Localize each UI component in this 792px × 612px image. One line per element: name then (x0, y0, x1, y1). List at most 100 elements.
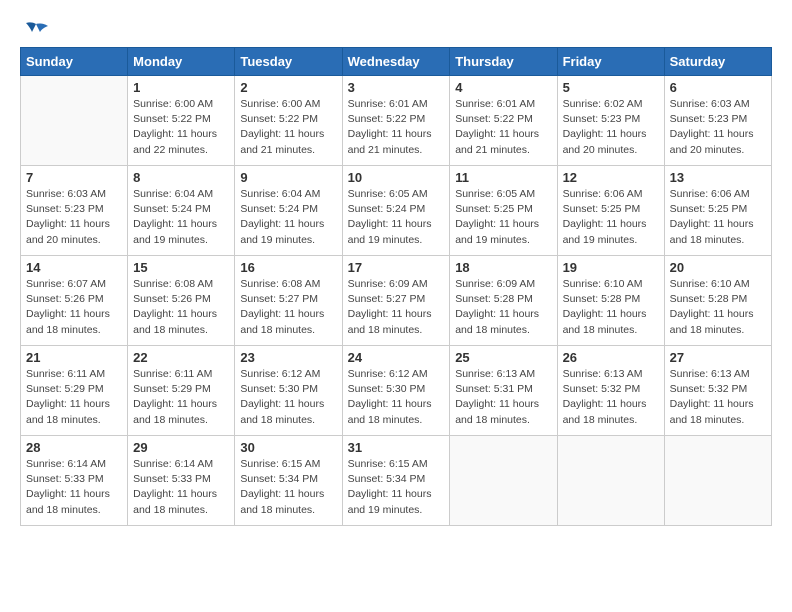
calendar-cell (664, 436, 771, 526)
day-number: 19 (563, 260, 659, 275)
day-info: Sunrise: 6:00 AMSunset: 5:22 PMDaylight:… (133, 97, 229, 158)
calendar-cell: 17 Sunrise: 6:09 AMSunset: 5:27 PMDayligh… (342, 256, 450, 346)
day-number: 11 (455, 170, 551, 185)
calendar-cell: 30 Sunrise: 6:15 AMSunset: 5:34 PMDayligh… (235, 436, 342, 526)
day-info: Sunrise: 6:03 AMSunset: 5:23 PMDaylight:… (26, 187, 122, 248)
calendar-cell: 26 Sunrise: 6:13 AMSunset: 5:32 PMDayligh… (557, 346, 664, 436)
day-number: 21 (26, 350, 122, 365)
day-number: 10 (348, 170, 445, 185)
calendar-cell: 24 Sunrise: 6:12 AMSunset: 5:30 PMDayligh… (342, 346, 450, 436)
day-info: Sunrise: 6:09 AMSunset: 5:27 PMDaylight:… (348, 277, 445, 338)
calendar-cell: 7 Sunrise: 6:03 AMSunset: 5:23 PMDaylight… (21, 166, 128, 256)
day-info: Sunrise: 6:02 AMSunset: 5:23 PMDaylight:… (563, 97, 659, 158)
day-info: Sunrise: 6:14 AMSunset: 5:33 PMDaylight:… (133, 457, 229, 518)
calendar-cell: 12 Sunrise: 6:06 AMSunset: 5:25 PMDayligh… (557, 166, 664, 256)
calendar-cell: 16Sunrise: 6:08 AMSunset: 5:27 PMDayligh… (235, 256, 342, 346)
calendar-cell: 4 Sunrise: 6:01 AMSunset: 5:22 PMDaylight… (450, 76, 557, 166)
day-number: 28 (26, 440, 122, 455)
day-number: 3 (348, 80, 445, 95)
day-number: 25 (455, 350, 551, 365)
day-info: Sunrise: 6:12 AMSunset: 5:30 PMDaylight:… (348, 367, 445, 428)
weekday-header-tuesday: Tuesday (235, 48, 342, 76)
weekday-header-friday: Friday (557, 48, 664, 76)
calendar-cell: 6 Sunrise: 6:03 AMSunset: 5:23 PMDaylight… (664, 76, 771, 166)
day-number: 22 (133, 350, 229, 365)
day-number: 30 (240, 440, 336, 455)
day-number: 13 (670, 170, 766, 185)
day-info: Sunrise: 6:09 AMSunset: 5:28 PMDaylight:… (455, 277, 551, 338)
calendar-cell: 13 Sunrise: 6:06 AMSunset: 5:25 PMDayligh… (664, 166, 771, 256)
day-info: Sunrise: 6:04 AMSunset: 5:24 PMDaylight:… (240, 187, 336, 248)
day-info: Sunrise: 6:12 AMSunset: 5:30 PMDaylight:… (240, 367, 336, 428)
calendar-cell (450, 436, 557, 526)
day-info: Sunrise: 6:07 AMSunset: 5:26 PMDaylight:… (26, 277, 122, 338)
day-info: Sunrise: 6:08 AMSunset: 5:27 PMDaylight:… (240, 277, 336, 338)
day-info: Sunrise: 6:14 AMSunset: 5:33 PMDaylight:… (26, 457, 122, 518)
calendar-cell: 11 Sunrise: 6:05 AMSunset: 5:25 PMDayligh… (450, 166, 557, 256)
day-number: 4 (455, 80, 551, 95)
day-number: 31 (348, 440, 445, 455)
day-number: 5 (563, 80, 659, 95)
day-number: 17 (348, 260, 445, 275)
day-info: Sunrise: 6:08 AMSunset: 5:26 PMDaylight:… (133, 277, 229, 338)
logo-bird-icon (22, 20, 50, 42)
logo (20, 20, 50, 42)
day-info: Sunrise: 6:10 AMSunset: 5:28 PMDaylight:… (670, 277, 766, 338)
calendar-cell: 8 Sunrise: 6:04 AMSunset: 5:24 PMDaylight… (128, 166, 235, 256)
day-number: 23 (240, 350, 336, 365)
day-number: 12 (563, 170, 659, 185)
day-info: Sunrise: 6:06 AMSunset: 5:25 PMDaylight:… (563, 187, 659, 248)
calendar-cell: 2 Sunrise: 6:00 AMSunset: 5:22 PMDaylight… (235, 76, 342, 166)
day-number: 27 (670, 350, 766, 365)
weekday-header-thursday: Thursday (450, 48, 557, 76)
day-info: Sunrise: 6:11 AMSunset: 5:29 PMDaylight:… (26, 367, 122, 428)
calendar-cell: 29 Sunrise: 6:14 AMSunset: 5:33 PMDayligh… (128, 436, 235, 526)
day-info: Sunrise: 6:06 AMSunset: 5:25 PMDaylight:… (670, 187, 766, 248)
day-number: 6 (670, 80, 766, 95)
calendar-cell (21, 76, 128, 166)
day-number: 2 (240, 80, 336, 95)
calendar-cell: 14 Sunrise: 6:07 AMSunset: 5:26 PMDayligh… (21, 256, 128, 346)
weekday-header-sunday: Sunday (21, 48, 128, 76)
day-info: Sunrise: 6:01 AMSunset: 5:22 PMDaylight:… (455, 97, 551, 158)
calendar-cell: 18 Sunrise: 6:09 AMSunset: 5:28 PMDayligh… (450, 256, 557, 346)
day-number: 24 (348, 350, 445, 365)
day-info: Sunrise: 6:15 AMSunset: 5:34 PMDaylight:… (240, 457, 336, 518)
calendar-cell: 19Sunrise: 6:10 AMSunset: 5:28 PMDayligh… (557, 256, 664, 346)
week-row-5: 28 Sunrise: 6:14 AMSunset: 5:33 PMDayligh… (21, 436, 772, 526)
calendar-cell: 21 Sunrise: 6:11 AMSunset: 5:29 PMDayligh… (21, 346, 128, 436)
calendar-cell: 9Sunrise: 6:04 AMSunset: 5:24 PMDaylight… (235, 166, 342, 256)
week-row-4: 21 Sunrise: 6:11 AMSunset: 5:29 PMDayligh… (21, 346, 772, 436)
day-number: 26 (563, 350, 659, 365)
day-info: Sunrise: 6:13 AMSunset: 5:31 PMDaylight:… (455, 367, 551, 428)
weekday-header-row: SundayMondayTuesdayWednesdayThursdayFrid… (21, 48, 772, 76)
calendar-table: SundayMondayTuesdayWednesdayThursdayFrid… (20, 47, 772, 526)
day-number: 8 (133, 170, 229, 185)
day-number: 29 (133, 440, 229, 455)
calendar-cell: 1Sunrise: 6:00 AMSunset: 5:22 PMDaylight… (128, 76, 235, 166)
calendar-cell: 23 Sunrise: 6:12 AMSunset: 5:30 PMDayligh… (235, 346, 342, 436)
day-info: Sunrise: 6:04 AMSunset: 5:24 PMDaylight:… (133, 187, 229, 248)
day-number: 18 (455, 260, 551, 275)
day-number: 14 (26, 260, 122, 275)
day-number: 20 (670, 260, 766, 275)
calendar-cell: 5 Sunrise: 6:02 AMSunset: 5:23 PMDaylight… (557, 76, 664, 166)
week-row-2: 7 Sunrise: 6:03 AMSunset: 5:23 PMDaylight… (21, 166, 772, 256)
calendar-cell: 22Sunrise: 6:11 AMSunset: 5:29 PMDayligh… (128, 346, 235, 436)
weekday-header-monday: Monday (128, 48, 235, 76)
calendar-cell: 28 Sunrise: 6:14 AMSunset: 5:33 PMDayligh… (21, 436, 128, 526)
day-info: Sunrise: 6:13 AMSunset: 5:32 PMDaylight:… (563, 367, 659, 428)
page-header (20, 20, 772, 42)
day-info: Sunrise: 6:00 AMSunset: 5:22 PMDaylight:… (240, 97, 336, 158)
calendar-cell: 15 Sunrise: 6:08 AMSunset: 5:26 PMDayligh… (128, 256, 235, 346)
day-info: Sunrise: 6:03 AMSunset: 5:23 PMDaylight:… (670, 97, 766, 158)
day-number: 15 (133, 260, 229, 275)
day-info: Sunrise: 6:05 AMSunset: 5:25 PMDaylight:… (455, 187, 551, 248)
day-info: Sunrise: 6:13 AMSunset: 5:32 PMDaylight:… (670, 367, 766, 428)
calendar-cell: 20 Sunrise: 6:10 AMSunset: 5:28 PMDayligh… (664, 256, 771, 346)
calendar-cell: 3Sunrise: 6:01 AMSunset: 5:22 PMDaylight… (342, 76, 450, 166)
weekday-header-saturday: Saturday (664, 48, 771, 76)
day-number: 7 (26, 170, 122, 185)
day-info: Sunrise: 6:15 AMSunset: 5:34 PMDaylight:… (348, 457, 445, 518)
calendar-cell: 31 Sunrise: 6:15 AMSunset: 5:34 PMDayligh… (342, 436, 450, 526)
